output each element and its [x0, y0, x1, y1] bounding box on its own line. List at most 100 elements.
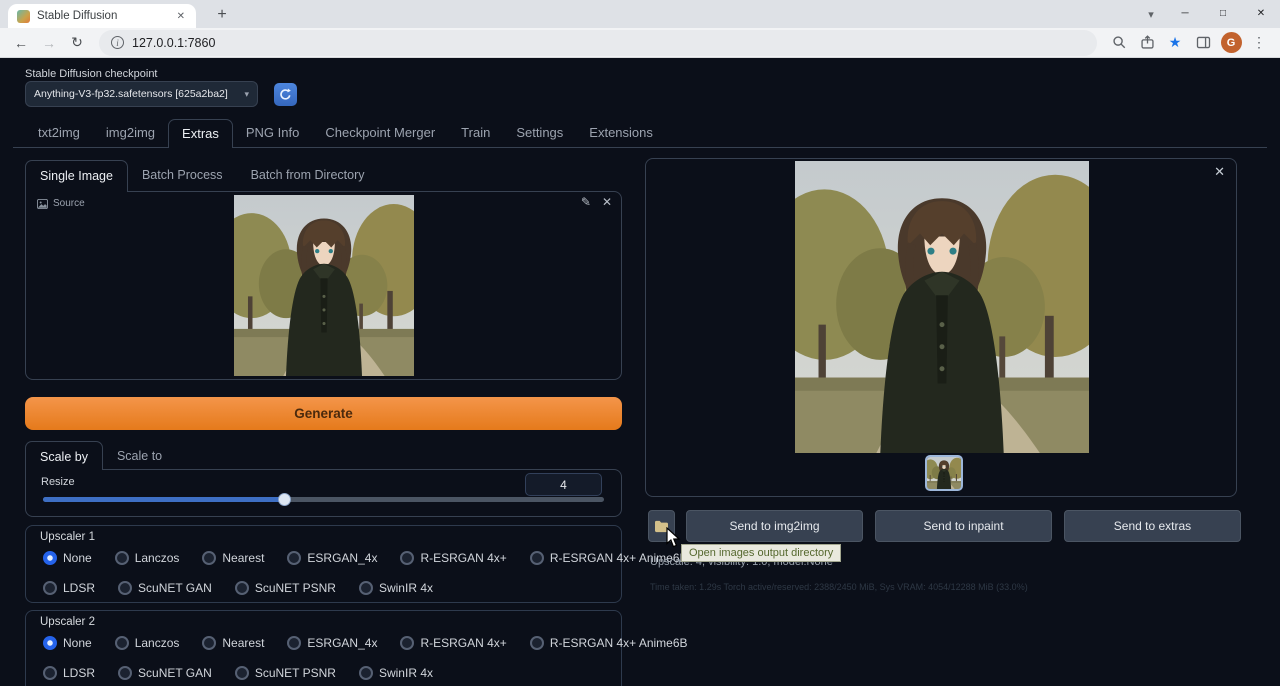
tab-scale-by[interactable]: Scale by	[25, 441, 103, 470]
upscaler1-option-r-esrgan-4x[interactable]: R-ESRGAN 4x+	[400, 551, 506, 565]
gallery-close-icon[interactable]: ✕	[1214, 164, 1225, 180]
address-bar[interactable]: i 127.0.0.1:7860	[99, 30, 1097, 56]
tab-checkpoint-merger[interactable]: Checkpoint Merger	[312, 119, 448, 147]
upscaler2-option-r-esrgan-4x[interactable]: R-ESRGAN 4x+	[400, 636, 506, 650]
zoom-icon[interactable]	[1106, 30, 1132, 56]
upscaler2-option-ldsr[interactable]: LDSR	[43, 666, 95, 680]
upscaler2-option-nearest[interactable]: Nearest	[202, 636, 264, 650]
share-icon[interactable]	[1134, 30, 1160, 56]
radio-icon	[530, 551, 544, 565]
send-to-extras-button[interactable]: Send to extras	[1064, 510, 1241, 542]
refresh-icon	[279, 88, 292, 101]
radio-label: ScuNET PSNR	[255, 581, 336, 595]
upscaler2-option-scunet-gan[interactable]: ScuNET GAN	[118, 666, 212, 680]
radio-label: Lanczos	[135, 636, 180, 650]
upscaler1-option-none[interactable]: None	[43, 551, 92, 565]
upscaler1-option-nearest[interactable]: Nearest	[202, 551, 264, 565]
tab-close-icon[interactable]: ✕	[175, 11, 187, 22]
send-to-inpaint-button[interactable]: Send to inpaint	[875, 510, 1052, 542]
edit-image-icon[interactable]: ✎	[581, 195, 591, 209]
browser-menu-icon[interactable]: ⋮	[1246, 30, 1272, 56]
upscaler1-option-ldsr[interactable]: LDSR	[43, 581, 95, 595]
radio-icon	[235, 581, 249, 595]
upscaler2-option-r-esrgan-anime6b[interactable]: R-ESRGAN 4x+ Anime6B	[530, 636, 688, 650]
checkpoint-dropdown[interactable]: Anything-V3-fp32.safetensors [625a2ba2] …	[25, 81, 258, 107]
window-close-button[interactable]: ✕	[1242, 0, 1280, 28]
folder-button-tooltip: Open images output directory	[681, 544, 841, 562]
subtab-batch-from-directory[interactable]: Batch from Directory	[237, 160, 379, 192]
upscaler1-option-scunet-gan[interactable]: ScuNET GAN	[118, 581, 212, 595]
result-image[interactable]	[795, 161, 1089, 453]
webui-page: Stable Diffusion checkpoint Anything-V3-…	[0, 58, 1280, 686]
radio-icon	[359, 581, 373, 595]
tab-settings[interactable]: Settings	[503, 119, 576, 147]
tab-scale-to[interactable]: Scale to	[103, 441, 176, 470]
resize-label: Resize	[41, 476, 75, 488]
browser-tab[interactable]: Stable Diffusion ✕	[8, 4, 196, 28]
upscaler-1-row-2: LDSR ScuNET GAN ScuNET PSNR SwinIR 4x	[43, 579, 613, 597]
source-image-dropzone[interactable]: Source ✎ ✕	[25, 191, 622, 380]
tab-train[interactable]: Train	[448, 119, 503, 147]
tab-extensions[interactable]: Extensions	[576, 119, 666, 147]
subtab-single-image[interactable]: Single Image	[25, 160, 128, 192]
upscaler2-option-lanczos[interactable]: Lanczos	[115, 636, 180, 650]
radio-label: SwinIR 4x	[379, 666, 433, 680]
radio-label: R-ESRGAN 4x+	[420, 551, 506, 565]
url-text: 127.0.0.1:7860	[132, 36, 215, 50]
source-image-tools: ✎ ✕	[581, 195, 612, 209]
upscaler2-option-esrgan-4x[interactable]: ESRGAN_4x	[287, 636, 377, 650]
slider-thumb[interactable]	[278, 493, 291, 506]
tab-png-info[interactable]: PNG Info	[233, 119, 312, 147]
tab-txt2img[interactable]: txt2img	[25, 119, 93, 147]
upscaler1-option-esrgan-4x[interactable]: ESRGAN_4x	[287, 551, 377, 565]
upscaler1-option-lanczos[interactable]: Lanczos	[115, 551, 180, 565]
upscaler1-option-swinir-4x[interactable]: SwinIR 4x	[359, 581, 433, 595]
radio-label: R-ESRGAN 4x+	[420, 636, 506, 650]
window-minimize-button[interactable]: ─	[1166, 0, 1204, 28]
radio-label: Lanczos	[135, 551, 180, 565]
performance-info-text: Time taken: 1.29s Torch active/reserved:…	[650, 582, 1238, 592]
refresh-checkpoints-button[interactable]	[274, 83, 297, 106]
generate-button[interactable]: Generate	[25, 397, 622, 430]
subtab-batch-process[interactable]: Batch Process	[128, 160, 237, 192]
profile-avatar[interactable]: G	[1218, 30, 1244, 56]
tab-extras[interactable]: Extras	[168, 119, 233, 148]
gallery-thumbnail-selected[interactable]	[925, 455, 963, 491]
scale-tab-bar: Scale by Scale to	[25, 441, 176, 470]
upscaler-2-group: Upscaler 2 None Lanczos Nearest ESRGAN_4…	[25, 610, 622, 686]
new-tab-button[interactable]: +	[210, 5, 234, 27]
main-tab-bar: txt2img img2img Extras PNG Info Checkpoi…	[13, 119, 1267, 148]
open-output-folder-button[interactable]	[648, 510, 675, 542]
upscaler1-option-scunet-psnr[interactable]: ScuNET PSNR	[235, 581, 336, 595]
scale-by-panel: Resize 4	[25, 469, 622, 517]
window-controls: ▾ ─ □ ✕	[1136, 0, 1280, 28]
upscaler2-option-none[interactable]: None	[43, 636, 92, 650]
back-icon[interactable]: ←	[8, 30, 34, 56]
upscaler2-option-swinir-4x[interactable]: SwinIR 4x	[359, 666, 433, 680]
window-maximize-button[interactable]: □	[1204, 0, 1242, 28]
tab-img2img[interactable]: img2img	[93, 119, 168, 147]
site-info-icon[interactable]: i	[111, 36, 124, 49]
clear-image-icon[interactable]: ✕	[602, 195, 612, 209]
thumbnail-image	[927, 457, 961, 489]
radio-label: LDSR	[63, 666, 95, 680]
radio-icon	[359, 666, 373, 680]
side-panel-icon[interactable]	[1190, 30, 1216, 56]
send-to-img2img-button[interactable]: Send to img2img	[686, 510, 863, 542]
source-image[interactable]	[234, 195, 414, 376]
resize-slider[interactable]	[43, 497, 604, 502]
favicon-icon	[17, 10, 30, 23]
upscaler2-option-scunet-psnr[interactable]: ScuNET PSNR	[235, 666, 336, 680]
radio-label: Nearest	[222, 551, 264, 565]
bookmark-star-icon[interactable]: ★	[1162, 30, 1188, 56]
radio-icon	[400, 551, 414, 565]
forward-icon[interactable]: →	[36, 30, 62, 56]
reload-icon[interactable]: ↻	[64, 30, 90, 56]
chevron-down-icon: ▾	[244, 89, 249, 100]
radio-label: None	[63, 636, 92, 650]
radio-icon	[43, 581, 57, 595]
radio-label: Nearest	[222, 636, 264, 650]
tab-search-chevron-icon[interactable]: ▾	[1136, 8, 1166, 21]
radio-icon	[235, 666, 249, 680]
resize-number-input[interactable]: 4	[525, 473, 602, 496]
